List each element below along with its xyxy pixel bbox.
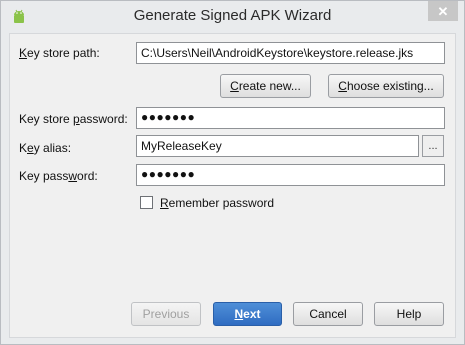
remember-password-label[interactable]: Remember password [160,196,274,210]
key-alias-label-before: K [19,141,28,155]
choose-existing-label: hoose existing... [346,79,434,93]
window-title: Generate Signed APK Wizard [133,7,332,24]
key-store-password-label-before: Key store [19,112,74,126]
close-button[interactable]: ✕ [428,1,458,21]
previous-button[interactable]: Previous [131,302,201,326]
cancel-button[interactable]: Cancel [293,302,363,326]
choose-existing-button[interactable]: Choose existing... [328,74,444,98]
key-alias-input[interactable]: MyReleaseKey [136,135,419,157]
create-new-mnemonic: C [230,79,239,93]
create-new-button[interactable]: Create new... [220,74,311,98]
key-store-password-label-mnemonic: p [73,112,80,126]
dialog-window: Generate Signed APK Wizard ✕ Key store p… [0,0,465,345]
remember-password-checkbox[interactable] [140,196,153,209]
next-mnemonic: N [234,307,244,321]
key-store-path-input[interactable]: C:\Users\Neil\AndroidKeystore\keystore.r… [136,42,445,64]
key-password-label-mnemonic: w [68,169,78,183]
remember-password-text: emember password [168,196,275,210]
key-alias-browse-button[interactable]: ... [422,135,444,157]
key-store-password-label-after: assword: [79,112,128,126]
key-store-password-input[interactable]: ●●●●●●● [136,107,445,129]
key-alias-label-mnemonic: e [27,141,34,155]
create-new-label: reate new... [238,79,301,93]
key-store-password-label: Key store password: [19,112,128,126]
key-password-label: Key password: [19,169,98,183]
next-label: ext [243,307,261,321]
remember-password-mnemonic: R [160,196,169,210]
key-store-path-label-mnemonic: K [19,46,28,60]
close-icon: ✕ [437,3,449,19]
key-store-path-label: Key store path: [19,46,100,60]
key-password-input[interactable]: ●●●●●●● [136,164,445,186]
key-alias-label-after: y alias: [33,141,72,155]
key-password-label-before: Key pass [19,169,69,183]
key-password-label-after: ord: [77,169,98,183]
key-store-path-label-text: ey store path: [27,46,100,60]
key-alias-label: Key alias: [19,141,71,155]
title-bar: Generate Signed APK Wizard ✕ [1,1,464,33]
next-button[interactable]: Next [213,302,282,326]
help-button[interactable]: Help [374,302,444,326]
choose-existing-mnemonic: C [338,79,347,93]
